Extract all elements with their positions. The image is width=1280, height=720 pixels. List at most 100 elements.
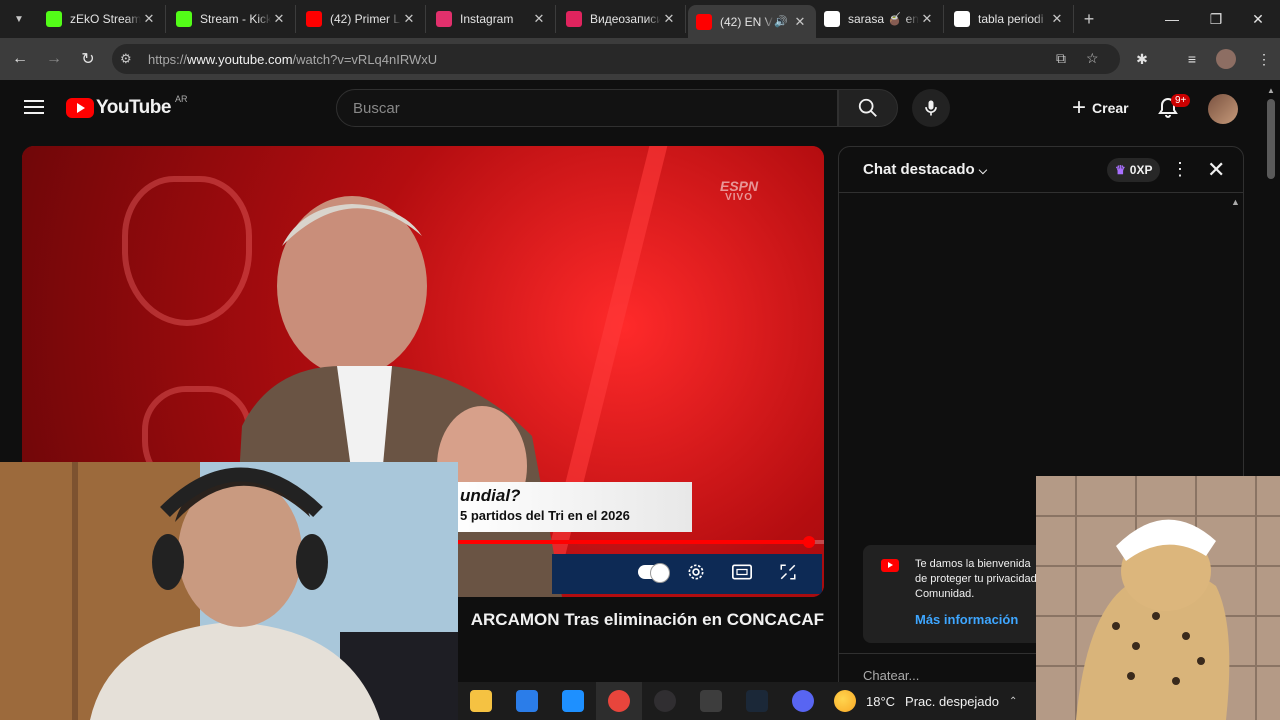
tab-search-button[interactable]: ▼ bbox=[8, 8, 30, 30]
tab-close-icon[interactable]: ✕ bbox=[271, 11, 287, 27]
tray-expand-icon[interactable]: ⌃ bbox=[1009, 696, 1017, 707]
restore-button[interactable]: ❐ bbox=[1194, 0, 1238, 38]
chat-more-options-icon[interactable]: ⋮ bbox=[1171, 159, 1189, 180]
create-button[interactable]: + Crear bbox=[1060, 90, 1141, 126]
tab-title: (42) EN V bbox=[720, 14, 773, 29]
tab-close-icon[interactable]: ✕ bbox=[661, 11, 677, 27]
chat-mode-dropdown[interactable]: Chat destacado ⌵ bbox=[863, 161, 987, 178]
broadcast-lower-third: undial? 5 partidos del Tri en el 2026 bbox=[452, 482, 692, 532]
progress-fill bbox=[452, 540, 810, 544]
youtube-wordmark: YouTube bbox=[96, 97, 171, 118]
minimize-button[interactable]: — bbox=[1150, 0, 1194, 38]
taskbar-app-button[interactable] bbox=[642, 682, 688, 720]
youtube-play-icon bbox=[66, 98, 94, 118]
media-control-icon[interactable]: ≡ bbox=[1180, 47, 1204, 71]
chat-scroll-up-icon[interactable]: ▲ bbox=[1231, 197, 1240, 207]
lower-third-question: undial? bbox=[460, 486, 521, 505]
account-avatar[interactable] bbox=[1208, 94, 1238, 124]
close-window-button[interactable]: ✕ bbox=[1236, 0, 1280, 38]
search-box bbox=[336, 89, 838, 127]
youtube-logo[interactable]: YouTube AR bbox=[66, 94, 188, 119]
ms-store-icon bbox=[516, 690, 538, 712]
tab-close-icon[interactable]: ✕ bbox=[401, 11, 417, 27]
install-app-icon[interactable]: ⧉ bbox=[1056, 50, 1066, 67]
youtube-masthead: YouTube AR + Crear 9+ bbox=[0, 80, 1280, 136]
tab-title: Видеозаписи bbox=[590, 12, 661, 26]
tab-close-icon[interactable]: ✕ bbox=[1049, 11, 1065, 27]
browser-tab[interactable]: (42) Primer L ✕ bbox=[298, 5, 426, 33]
tab-close-icon[interactable]: ✕ bbox=[531, 11, 547, 27]
chevron-down-icon: ⌵ bbox=[978, 165, 988, 177]
browser-tab[interactable]: sarasa 🧉 en ✕ bbox=[816, 5, 944, 33]
search-input[interactable] bbox=[353, 99, 837, 117]
browser-menu-icon[interactable]: ⋮ bbox=[1252, 47, 1276, 71]
youtube-icon bbox=[696, 13, 712, 30]
taskbar-app-button[interactable] bbox=[780, 682, 826, 720]
address-bar[interactable]: ⚙ https://www.youtube.com/watch?v=vRLq4n… bbox=[112, 44, 1120, 74]
new-tab-button[interactable]: + bbox=[1078, 8, 1100, 30]
scrollbar-thumb[interactable] bbox=[1267, 99, 1275, 179]
windows-taskbar: 18°C Prac. despejado ⌃ bbox=[458, 682, 1036, 720]
voice-search-button[interactable] bbox=[912, 89, 950, 127]
bookmark-star-icon[interactable]: ☆ bbox=[1086, 50, 1099, 67]
tab-close-icon[interactable]: ✕ bbox=[919, 11, 935, 27]
google-icon bbox=[954, 11, 970, 27]
webcam-overlay bbox=[0, 462, 458, 720]
youtube-icon bbox=[881, 559, 899, 572]
crown-icon: ♛ bbox=[1115, 163, 1126, 177]
forward-button[interactable]: → bbox=[42, 47, 66, 71]
instagram-icon bbox=[436, 11, 452, 27]
tab-title: (42) Primer L bbox=[330, 12, 401, 26]
kick-icon bbox=[46, 11, 62, 27]
back-button[interactable]: ← bbox=[8, 47, 32, 71]
browser-tab[interactable]: (42) EN V 🔊 ✕ bbox=[688, 5, 816, 38]
chat-input[interactable] bbox=[863, 668, 1039, 683]
espn-live-label: VIVO bbox=[725, 192, 754, 203]
browser-tab[interactable]: Видеозаписи ✕ bbox=[558, 5, 686, 33]
site-info-icon[interactable]: ⚙ bbox=[120, 51, 140, 67]
autoplay-toggle[interactable] bbox=[636, 560, 670, 584]
create-label: Crear bbox=[1092, 100, 1129, 116]
url-scheme: https:// bbox=[148, 51, 188, 67]
tab-audio-icon[interactable]: 🔊 bbox=[774, 15, 788, 28]
tab-close-icon[interactable]: ✕ bbox=[141, 11, 157, 27]
browser-tab[interactable]: Stream - Kick ✕ bbox=[168, 5, 296, 33]
guide-menu-icon[interactable] bbox=[22, 96, 46, 120]
browser-tab-strip: ▼ zEkO Stream ✕ Stream - Kick ✕ (42) Primer … bbox=[0, 0, 1280, 38]
fullscreen-icon[interactable] bbox=[776, 560, 800, 584]
discord-icon bbox=[792, 690, 814, 712]
taskbar-app-button[interactable] bbox=[458, 682, 504, 720]
chat-close-icon[interactable]: ✕ bbox=[1207, 157, 1225, 183]
kick-icon bbox=[176, 11, 192, 27]
browser-tab[interactable]: Instagram ✕ bbox=[428, 5, 556, 33]
taskbar-app-button[interactable] bbox=[596, 682, 642, 720]
video-progress-bar[interactable] bbox=[452, 536, 824, 548]
weather-temperature: 18°C bbox=[866, 693, 896, 709]
tab-title: zEkO Stream bbox=[70, 12, 141, 26]
taskbar-app-button[interactable] bbox=[688, 682, 734, 720]
scroll-up-arrow-icon[interactable]: ▲ bbox=[1266, 86, 1276, 95]
country-code: AR bbox=[174, 94, 188, 104]
profile-avatar[interactable] bbox=[1214, 47, 1238, 71]
browser-tab[interactable]: zEkO Stream ✕ bbox=[38, 5, 166, 33]
settings-gear-icon[interactable] bbox=[684, 560, 708, 584]
browser-tab[interactable]: tabla periodi ✕ bbox=[946, 5, 1074, 33]
reload-button[interactable]: ↻ bbox=[76, 47, 100, 71]
progress-scrubber[interactable] bbox=[803, 536, 816, 548]
taskbar-app-button[interactable] bbox=[504, 682, 550, 720]
x-icon bbox=[824, 11, 840, 27]
taskbar-app-button[interactable] bbox=[734, 682, 780, 720]
search-button[interactable] bbox=[838, 89, 898, 127]
extensions-icon[interactable]: ✱ bbox=[1130, 47, 1154, 71]
theater-mode-icon[interactable] bbox=[730, 560, 754, 584]
chrome-icon bbox=[608, 690, 630, 712]
app-icon bbox=[700, 690, 722, 712]
tab-close-icon[interactable]: ✕ bbox=[792, 14, 808, 30]
tab-title: tabla periodi bbox=[978, 12, 1044, 26]
taskbar-app-button[interactable] bbox=[550, 682, 596, 720]
xp-label: 0XP bbox=[1129, 163, 1153, 177]
cheetah-in-cap-image bbox=[1036, 476, 1280, 720]
weather-widget[interactable]: 18°C Prac. despejado bbox=[834, 690, 999, 712]
weather-description: Prac. despejado bbox=[905, 693, 999, 709]
xp-badge[interactable]: ♛ 0XP bbox=[1107, 158, 1161, 182]
